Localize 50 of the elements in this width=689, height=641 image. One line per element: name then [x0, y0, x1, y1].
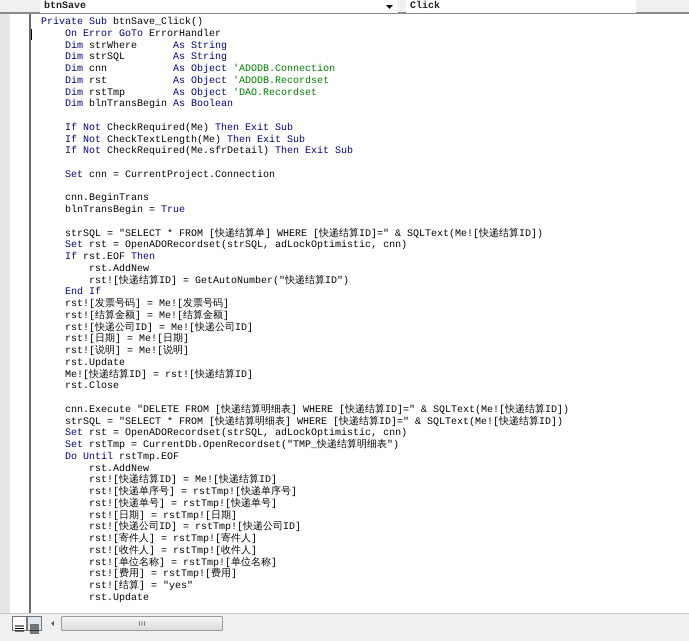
code-line: strSQL = "SELECT * FROM [快递结算单] WHERE [快递结算ID]=" & SQLText(Me![快递结算ID]) [64, 228, 544, 240]
code-line: If Not CheckRequired(Me) Then Exit Sub [64, 122, 294, 134]
code-line: Me![快递结算ID] = rst![快递结算ID] [64, 370, 254, 380]
code-line: rst![结算金额] = Me![结算金额] [64, 310, 230, 322]
module-view-button[interactable] [27, 616, 42, 631]
code-line: Set rstTmp = CurrentDb.OpenRecordset("TMP_快递结算明细表") [64, 440, 400, 452]
code-line: Dim strSQL As String [64, 52, 228, 64]
code-line: Do Until rstTmp.EOF [64, 452, 180, 464]
code-line: Dim rst As Object 'ADODB.Recordset [64, 76, 330, 88]
code-line: rst![结算] = "yes" [88, 581, 194, 592]
code-line: rst![寄件人] = rstTmp![寄件人] [88, 534, 258, 545]
scrollbar-thumb[interactable] [61, 616, 223, 631]
code-line: Dim rstTmp As Object 'DAO.Recordset [64, 88, 318, 98]
code-line: Dim strWhere As String [64, 40, 228, 52]
code-line: Dim cnn As Object 'ADODB.Connection [64, 64, 336, 76]
object-dropdown[interactable]: btnSave [40, 0, 398, 13]
code-line: rst![日期] = Me![日期] [64, 334, 190, 346]
code-line: Set rst = OpenADORecordset(strSQL, adLockOptimistic, cnn) [64, 240, 408, 252]
code-line: rst![快递结算ID] = Me![快递结算ID] [88, 475, 278, 486]
procedure-dropdown[interactable]: Click [406, 0, 636, 13]
code-line: Private Sub btnSave_Click() [41, 17, 204, 28]
dropdown-arrow-icon [385, 4, 394, 10]
code-line: If rst.EOF Then [64, 252, 156, 264]
code-line: Set cnn = CurrentProject.Connection [64, 170, 276, 182]
code-line: rst![快递公司ID] = Me![快递公司ID] [64, 322, 254, 334]
code-line: rst![收件人] = rstTmp![收件人] [88, 546, 258, 557]
code-line: cnn.Execute "DELETE FROM [快递结算明细表] WHERE [快递结算ID]=" & SQLText(Me![快递结算ID]) [64, 404, 570, 416]
code-line: rst.Close [64, 381, 120, 393]
code-line: End If [64, 287, 102, 298]
code-line: Set rst = OpenADORecordset(strSQL, adLockOptimistic, cnn) [64, 428, 408, 440]
code-line: strSQL = "SELECT * FROM [快递结算明细表] WHERE [快递结算ID]=" & SQLText(Me![快递结算ID]) [41, 416, 689, 428]
procedure-view-button[interactable] [12, 616, 27, 631]
code-line: blnTransBegin = True [64, 205, 186, 217]
code-line: rst![快递结算ID] = GetAutoNumber("快递结算ID") [88, 276, 350, 286]
code-line: If Not CheckRequired(Me.sfrDetail) Then Exit Sub [64, 146, 354, 158]
code-line: rst![发票号码] = Me![发票号码] [64, 299, 230, 310]
code-line: If Not CheckTextLength(Me) Then Exit Sub [64, 134, 306, 146]
code-line: rst.Update [88, 592, 150, 604]
code-line: rst![快递公司ID] = rstTmp![快递公司ID] [88, 522, 302, 534]
code-line: rst.Update [64, 358, 126, 369]
code-line: cnn.BeginTrans [64, 193, 150, 204]
code-line: rst.AddNew [88, 264, 150, 275]
lines-icon [28, 622, 41, 636]
code-line: On Error GoTo ErrorHandler [41, 28, 689, 40]
code-line: rst![费用] = rstTmp![费用] [88, 569, 238, 580]
code-line: rst![快递单号] = rstTmp![快递单号] [88, 498, 278, 510]
code-line: rst![快递单序号] = rstTmp![快递单序号] [88, 487, 298, 498]
code-line: rst.AddNew [88, 464, 150, 474]
code-line: rst![说明] = Me![说明] [64, 346, 190, 358]
code-line: Dim blnTransBegin As Boolean [64, 99, 234, 111]
